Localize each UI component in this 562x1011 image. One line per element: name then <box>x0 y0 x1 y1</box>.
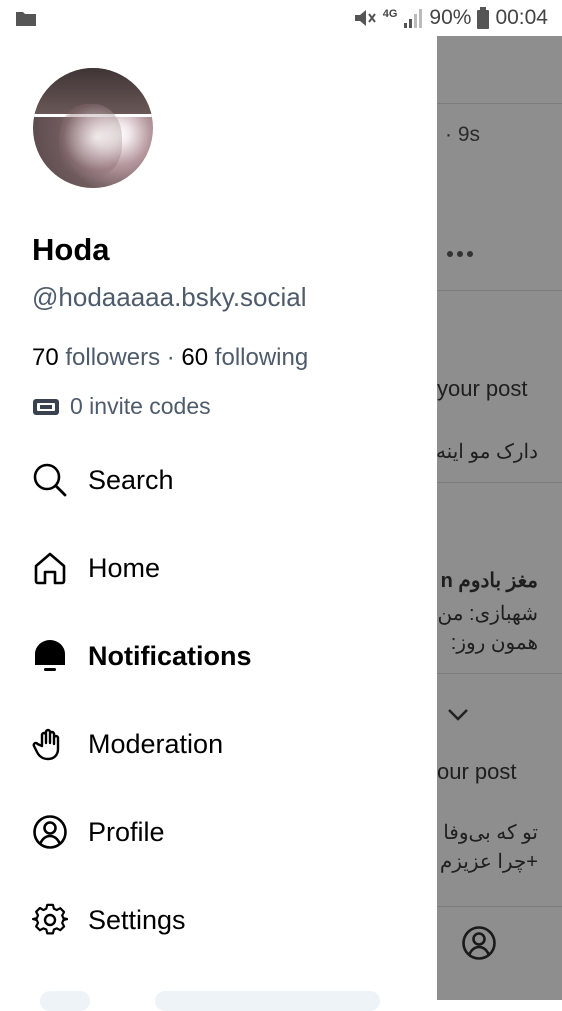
menu-item-home[interactable]: Home <box>32 538 412 598</box>
following-label: following <box>214 344 309 371</box>
menu-item-notifications[interactable]: Notifications <box>32 626 412 686</box>
followers-count: 70 <box>32 344 59 371</box>
following-link[interactable]: 60 following <box>181 344 308 371</box>
divider <box>437 290 562 291</box>
feed-text: همون روز: <box>450 632 538 654</box>
invite-codes-label: 0 invite codes <box>70 393 211 419</box>
feed-text: مغز بادوم n <box>440 570 538 592</box>
feed-overlay[interactable]: · 9s your post دارک مو اینه مغز بادوم n … <box>437 36 562 1000</box>
gear-icon <box>32 902 68 938</box>
search-icon <box>32 462 68 498</box>
menu-item-profile[interactable]: Profile <box>32 802 412 862</box>
followers-link[interactable]: 70 followers <box>32 344 160 371</box>
feed-text: our post <box>437 759 517 784</box>
menu-item-settings[interactable]: Settings <box>32 890 412 950</box>
feed-text: تو که بی‌وفا <box>443 822 538 844</box>
status-bar: 4G 90% 00:04 <box>0 0 562 36</box>
profile-icon <box>32 814 68 850</box>
clock: 00:04 <box>495 6 548 29</box>
more-icon <box>447 251 473 257</box>
menu-label: Moderation <box>88 728 224 759</box>
folder-icon <box>16 12 36 26</box>
divider <box>437 103 562 104</box>
stats-separator: · <box>166 344 175 371</box>
menu-label: Home <box>88 552 161 583</box>
post-time: · 9s <box>445 123 481 146</box>
menu-item-search[interactable]: Search <box>32 450 412 510</box>
feed-text: your post <box>437 376 528 401</box>
divider <box>437 482 562 483</box>
network-type: 4G <box>382 7 398 20</box>
follow-stats: 70 followers · 60 following <box>32 344 308 372</box>
invite-codes-button[interactable]: 0 invite codes <box>32 393 211 420</box>
divider <box>437 673 562 674</box>
following-count: 60 <box>181 344 209 371</box>
mute-icon <box>354 10 376 26</box>
chevron-down-icon[interactable] <box>447 708 469 722</box>
home-icon <box>32 550 68 586</box>
feed-text: دارک مو اینه <box>437 441 538 463</box>
menu-label: Settings <box>88 904 186 935</box>
help-button[interactable] <box>155 991 380 1011</box>
divider <box>437 906 562 907</box>
feed-text: +چرا عزیزم <box>439 851 538 873</box>
navigation-drawer: Hoda @hodaaaaa.bsky.social 70 followers … <box>0 36 437 1011</box>
profile-tab-icon[interactable] <box>461 925 497 961</box>
status-icons: 4G 90% 00:04 <box>353 5 548 31</box>
menu-item-moderation[interactable]: Moderation <box>32 714 412 774</box>
display-name: Hoda <box>32 232 110 267</box>
ticket-icon <box>33 398 59 415</box>
signal-icon <box>404 9 423 28</box>
menu-label: Profile <box>88 816 165 847</box>
menu-label: Notifications <box>88 640 252 671</box>
feedback-button[interactable] <box>40 991 90 1011</box>
bell-icon <box>32 638 68 674</box>
battery-icon <box>477 7 490 29</box>
battery-percent: 90% <box>429 6 472 29</box>
followers-label: followers <box>65 344 161 371</box>
feed-text: شهبازی: من <box>437 603 538 625</box>
user-handle: @hodaaaaa.bsky.social <box>32 282 307 312</box>
menu-label: Search <box>88 464 174 495</box>
hand-icon <box>32 726 68 762</box>
avatar[interactable] <box>33 68 153 188</box>
